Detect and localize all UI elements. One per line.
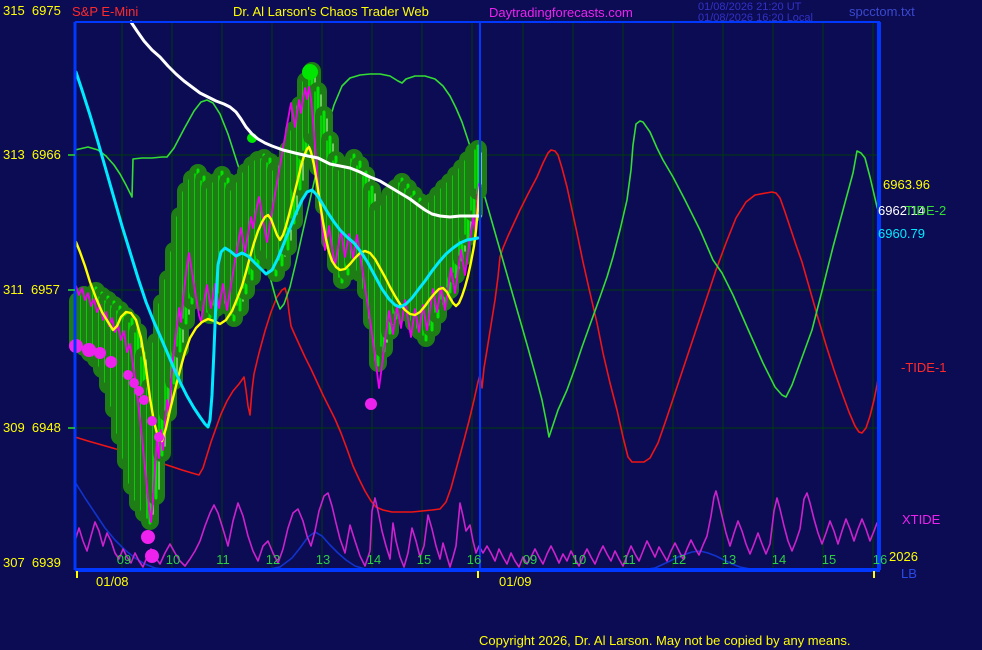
page-title: Dr. Al Larson's Chaos Trader Web xyxy=(233,4,429,19)
y-axis-label: 313 6966 xyxy=(3,147,61,162)
site-link: Daytradingforecasts.com xyxy=(489,5,633,20)
symbol-label: S&P E-Mini xyxy=(72,4,138,19)
tide2-label: TIDE-2 xyxy=(905,203,946,218)
hour-label-day1: 09 xyxy=(117,552,131,567)
tide1-label: -TIDE-1 xyxy=(901,360,947,375)
y-axis-label: 315 6975 xyxy=(3,3,61,18)
date-label-day1: 01/08 xyxy=(96,574,129,589)
hour-label-day2: 15 xyxy=(822,552,836,567)
hour-label-day2: 10 xyxy=(572,552,586,567)
hour-label-day2: 12 xyxy=(672,552,686,567)
chaos-trader-chart-page: S&P E-Mini Dr. Al Larson's Chaos Trader … xyxy=(0,0,982,650)
year-label: 2026 xyxy=(889,549,918,564)
hour-label-day1: 10 xyxy=(166,552,180,567)
hour-label-day2: 09 xyxy=(523,552,537,567)
hour-label-day1: 16 xyxy=(467,552,481,567)
y-axis-label: 307 6939 xyxy=(3,555,61,570)
lb-label: LB xyxy=(901,566,917,581)
copyright-notice: Copyright 2026, Dr. Al Larson. May not b… xyxy=(479,633,850,648)
xtide-label: XTIDE xyxy=(902,512,940,527)
y-axis-label: 309 6948 xyxy=(3,420,61,435)
hour-label-day2: 11 xyxy=(622,552,636,567)
hour-label-day1: 11 xyxy=(216,552,230,567)
hour-label-day2: 13 xyxy=(722,552,736,567)
hour-label-day1: 12 xyxy=(266,552,280,567)
date-label-day2: 01/09 xyxy=(499,574,532,589)
hour-label-day2: 16 xyxy=(873,552,887,567)
hour-label-day1: 14 xyxy=(367,552,381,567)
data-filename: spcctom.txt xyxy=(849,4,915,19)
hour-label-day1: 13 xyxy=(316,552,330,567)
y-axis-label: 311 6957 xyxy=(3,282,60,297)
cyan-last-value: 6960.79 xyxy=(878,226,925,241)
hour-label-day2: 14 xyxy=(772,552,786,567)
hour-label-day1: 15 xyxy=(417,552,431,567)
timestamp-local: 01/08/2026 16:20 Local xyxy=(698,12,813,24)
ma-last-value: 6963.96 xyxy=(883,177,930,192)
